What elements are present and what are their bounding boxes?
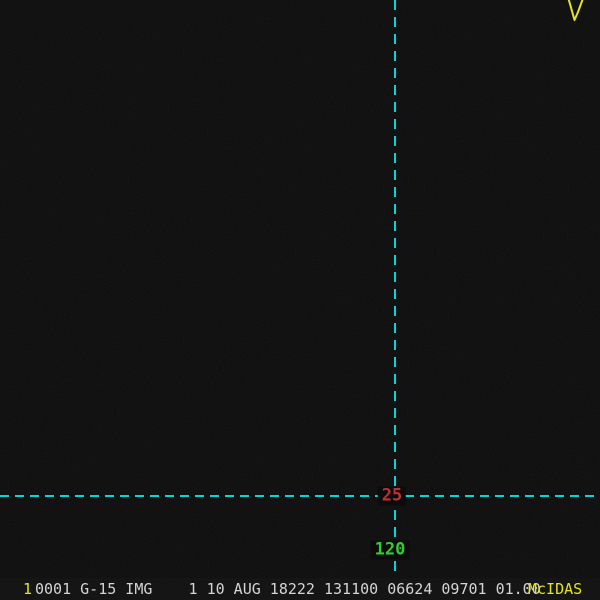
mcidas-image-display: 25 120 1 0001 G-15 IMG 1 10 AUG 18222 13…: [0, 0, 600, 600]
crosshair-value-readout: 25: [377, 486, 407, 506]
satellite-image-noise: [0, 0, 600, 578]
frame-number: 1: [23, 580, 33, 598]
image-overlay: [0, 0, 600, 578]
mcidas-brand-label: McIDAS: [528, 580, 583, 598]
status-bar: 1 0001 G-15 IMG 1 10 AUG 18222 131100 06…: [0, 578, 600, 600]
frame-directory-text: 0001 G-15 IMG 1 10 AUG 18222 131100 0662…: [35, 580, 541, 598]
crosshair-line-readout: 120: [370, 540, 410, 560]
